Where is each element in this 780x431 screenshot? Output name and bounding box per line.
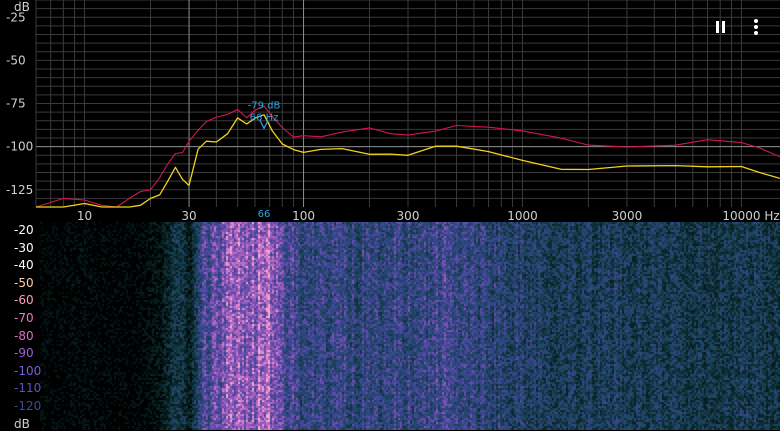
x-tick-label: 3000 — [612, 209, 643, 222]
y-tick-label: -100 — [6, 140, 33, 154]
y-axis-unit: dB — [14, 0, 30, 14]
more-options-button[interactable] — [742, 12, 770, 42]
peak-axis-marker: 66 — [258, 209, 271, 220]
pause-icon — [714, 21, 726, 33]
spectrogram-db-label: -90 — [14, 346, 34, 361]
spectrogram-db-label: -30 — [14, 240, 34, 255]
spectrogram-db-label: -110 — [14, 381, 42, 396]
x-tick-label: 10 — [77, 209, 92, 222]
peak-hz-label: 66 Hz — [250, 112, 279, 123]
more-vertical-icon — [754, 17, 758, 36]
y-tick-label: -50 — [6, 53, 26, 67]
y-tick-label: -125 — [6, 183, 33, 197]
spectrogram[interactable] — [0, 222, 780, 430]
x-tick-label: 10000 — [722, 209, 760, 222]
x-tick-label: 30 — [181, 209, 196, 222]
x-tick-label: 100 — [292, 209, 315, 222]
spectrogram-db-scale: -20 -30 -40 -50 -60 -70 -80 -90 -100 -110 -120 dB — [0, 222, 42, 431]
peak-db-label: -79 dB — [248, 100, 281, 111]
spectrogram-db-label: -100 — [14, 363, 42, 378]
spectrogram-db-label: -50 — [14, 275, 34, 290]
spectrogram-db-label: -70 — [14, 311, 34, 325]
pause-button[interactable] — [706, 12, 734, 42]
x-tick-label: 1000 — [507, 209, 538, 222]
spectrogram-unit-label: dB — [14, 416, 30, 431]
y-tick-label: -75 — [6, 97, 26, 111]
spectrum-analyzer-app: -25 -50 -75 -100 -125 dB 10 30 100 300 1000 3000 100… — [0, 0, 780, 430]
spectrogram-db-label: -120 — [14, 399, 42, 413]
spectrogram-db-label: -80 — [14, 328, 34, 343]
spectrogram-db-label: -60 — [14, 293, 34, 308]
spectrum-plot[interactable]: -25-50-75-100-125dB10 30 100 300 1000 3000 100… — [0, 0, 780, 222]
spectrogram-db-label: -20 — [14, 223, 34, 237]
spectrogram-db-label: -40 — [14, 258, 34, 273]
x-axis-unit: Hz — [764, 209, 779, 222]
x-tick-label: 300 — [397, 209, 420, 222]
